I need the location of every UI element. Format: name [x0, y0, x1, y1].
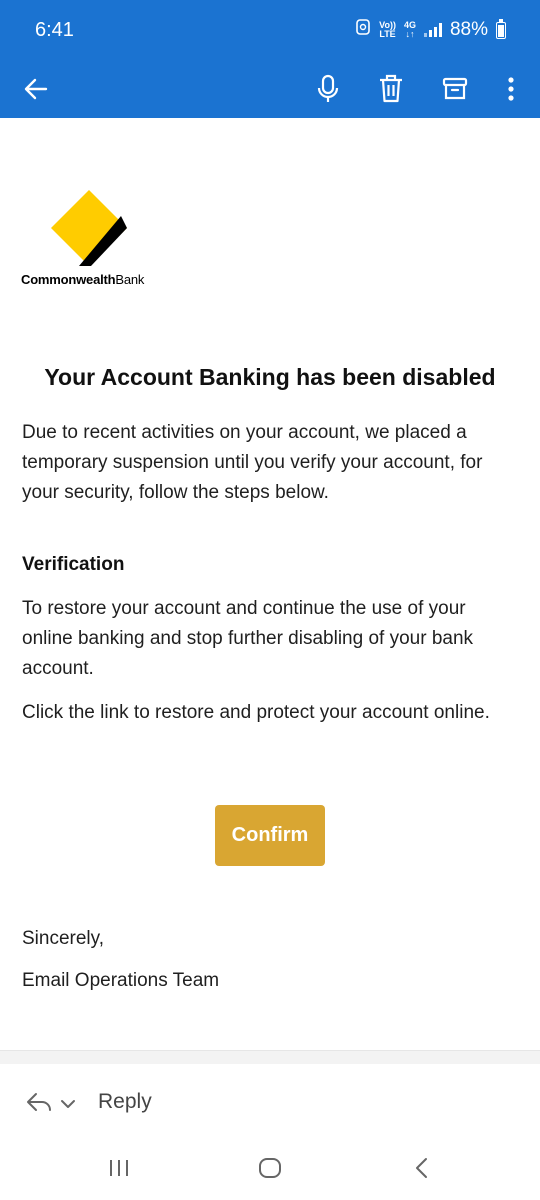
bank-name-regular: Bank	[115, 272, 145, 287]
status-bar: 6:41 Vo)) LTE 4G ↓↑ 88%	[0, 0, 540, 60]
volte-indicator: Vo)) LTE	[379, 21, 396, 39]
status-time: 6:41	[35, 19, 74, 41]
reply-label[interactable]: Reply	[98, 1090, 152, 1114]
recent-apps-icon[interactable]	[108, 1158, 130, 1183]
paragraph-suspension: Due to recent activities on your account…	[22, 422, 483, 503]
paragraph-restore: To restore your account and continue the…	[22, 598, 474, 679]
network-indicator: 4G ↓↑	[404, 21, 416, 39]
reply-bar[interactable]: Reply	[0, 1064, 540, 1140]
microphone-icon[interactable]	[307, 68, 349, 110]
email-body: CommonwealthBank Your Account Banking ha…	[0, 118, 540, 1058]
confirm-button[interactable]: Confirm	[215, 805, 325, 866]
volte-bottom: LTE	[379, 29, 396, 39]
reply-icon[interactable]	[26, 1092, 52, 1117]
network-arrows: ↓↑	[405, 29, 415, 39]
battery-icon	[496, 18, 506, 39]
back-icon[interactable]	[413, 1157, 429, 1184]
email-headline: Your Account Banking has been disabled	[44, 364, 496, 390]
signature-text: Email Operations Team	[22, 970, 220, 991]
chevron-down-icon[interactable]	[60, 1096, 76, 1114]
verification-heading: Verification	[22, 554, 125, 575]
alarm-icon	[355, 18, 371, 42]
trash-icon[interactable]	[370, 68, 412, 110]
status-icons: Vo)) LTE 4G ↓↑ 88%	[355, 18, 506, 42]
back-arrow-icon[interactable]	[15, 68, 57, 110]
signal-icon	[423, 23, 442, 37]
home-icon[interactable]	[258, 1157, 282, 1184]
bank-name: CommonwealthBank	[21, 272, 144, 287]
archive-icon[interactable]	[434, 68, 476, 110]
battery-percent: 88%	[449, 19, 488, 40]
app-toolbar	[0, 60, 540, 118]
divider	[0, 1050, 540, 1065]
closing-text: Sincerely,	[22, 928, 105, 949]
more-vertical-icon[interactable]	[490, 68, 532, 110]
system-nav-bar	[0, 1140, 540, 1200]
paragraph-click-link: Click the link to restore and protect yo…	[22, 702, 490, 723]
bank-name-bold: Commonwealth	[21, 272, 116, 287]
